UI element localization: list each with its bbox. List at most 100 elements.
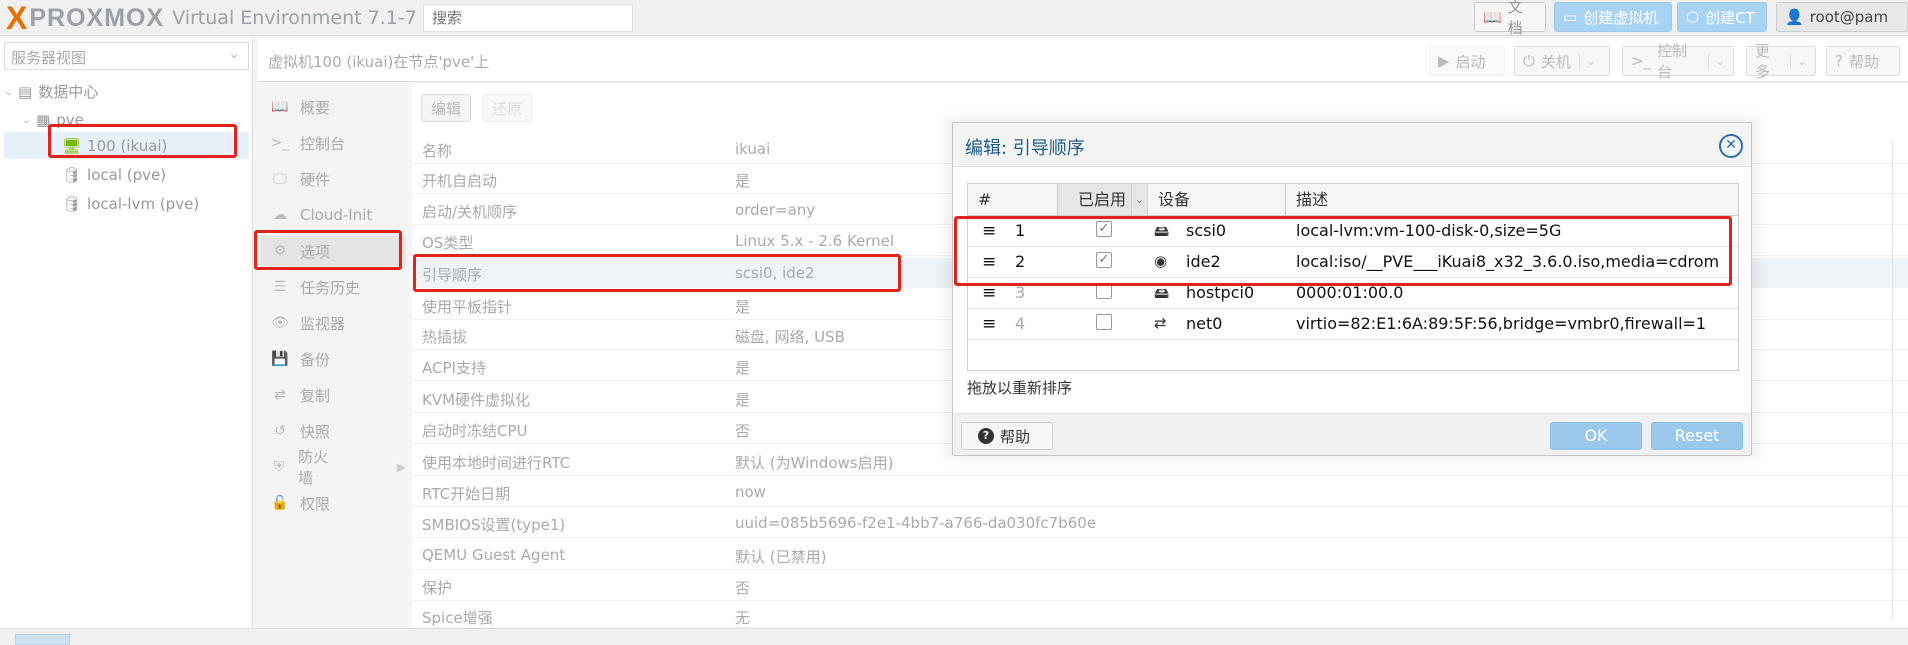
cloud-icon: ☁ [273, 207, 287, 223]
option-key: QEMU Guest Agent [422, 546, 566, 564]
edit-button[interactable]: 编辑 [421, 94, 471, 122]
nav-summary[interactable]: 📖 概要 [260, 92, 406, 122]
create-ct-button[interactable]: ⬡ 创建CT [1677, 2, 1767, 32]
device-description: local-lvm:vm-100-disk-0,size=5G [1296, 221, 1562, 240]
nav-snapshots[interactable]: ↺ 快照 [260, 416, 406, 446]
task-log-tab[interactable] [15, 634, 70, 645]
option-value: Linux 5.x - 2.6 Kernel [735, 232, 895, 250]
boot-row-scsi0[interactable]: ≡ 1 ✓ 🖴 scsi0 local-lvm:vm-100-disk-0,si… [968, 216, 1738, 247]
device-name: scsi0 [1186, 221, 1227, 240]
nav-console[interactable]: >_ 控制台 [260, 128, 406, 158]
nav-replication[interactable]: ⇄ 复制 [260, 380, 406, 410]
nav-label: 防火墙 [298, 448, 329, 487]
enabled-checkbox[interactable]: ✓ [1096, 221, 1112, 237]
start-button[interactable]: ▶ 启动 [1429, 46, 1505, 76]
option-key: RTC开始日期 [422, 485, 511, 503]
help-button[interactable]: ? 帮助 [1826, 46, 1900, 76]
option-key: 名称 [422, 142, 453, 160]
power-icon: ⏻ [1523, 52, 1535, 70]
reset-button[interactable]: Reset [1651, 422, 1743, 450]
create-vm-button[interactable]: ▭ 创建虚拟机 [1554, 2, 1672, 32]
device-description: local:iso/__PVE___iKuai8_x32_3.6.0.iso,m… [1296, 252, 1720, 271]
options-row[interactable]: 保护 否 [412, 571, 1908, 601]
chevron-down-icon: ⌄ [1707, 54, 1725, 68]
vertical-scrollbar[interactable] [1892, 140, 1904, 620]
nav-label: 复制 [300, 386, 331, 405]
options-row[interactable]: SMBIOS设置(type1) uuid=085b5696-f2e1-4bb7-a… [412, 508, 1908, 538]
enabled-checkbox[interactable] [1096, 314, 1112, 330]
shutdown-button[interactable]: ⏻ 关机 ⌄ [1514, 46, 1610, 76]
network-arrows-icon: ⇄ [1154, 314, 1167, 332]
dialog-help-button[interactable]: ? 帮助 [961, 422, 1053, 450]
nav-task-history[interactable]: ☰ 任务历史 [260, 272, 406, 302]
chevron-down-icon[interactable]: ⌄ [1131, 184, 1147, 215]
column-label: 已启用 [1078, 190, 1127, 209]
search-input[interactable] [423, 4, 633, 32]
drag-handle-icon[interactable]: ≡ [982, 314, 996, 334]
close-icon[interactable]: ✕ [1719, 134, 1743, 158]
option-key: 使用本地时间进行RTC [422, 454, 571, 472]
view-select[interactable]: 服务器视图 ⌄ [4, 42, 249, 70]
nav-options[interactable]: ⚙ 选项 [260, 236, 406, 266]
revert-button[interactable]: 还原 [482, 94, 532, 122]
option-key: ACPI支持 [422, 359, 486, 377]
nav-permissions[interactable]: 🔓 权限 [260, 488, 406, 518]
column-header-num[interactable]: # [968, 184, 1058, 215]
tree-item-node-pve[interactable]: ⌄ ▦ pve [4, 106, 249, 133]
dialog-titlebar[interactable]: 编辑: 引导顺序 ✕ [953, 123, 1751, 167]
tree-item-storage-local-lvm[interactable]: 🛢 local-lvm (pve) [4, 190, 249, 217]
drag-handle-icon[interactable]: ≡ [982, 283, 996, 303]
logo-name: PROXMOX [29, 3, 165, 32]
create-vm-label: 创建虚拟机 [1583, 8, 1659, 27]
ok-button[interactable]: OK [1550, 422, 1642, 450]
vm-title: 虚拟机100 (ikuai)在节点'pve'上 [268, 53, 490, 71]
column-header-device[interactable]: 设备 [1148, 184, 1286, 215]
eye-icon: 👁 [271, 315, 289, 331]
tree-item-vm-100[interactable]: 🖥 100 (ikuai) [4, 132, 249, 159]
tree-item-datacenter[interactable]: ⌄ ▤ 数据中心 [4, 78, 249, 105]
gear-icon: ⚙ [273, 243, 287, 259]
enabled-checkbox[interactable] [1096, 283, 1112, 299]
collapse-icon: ⌄ [22, 113, 32, 126]
user-menu-button[interactable]: 👤 root@pam [1776, 2, 1908, 32]
nav-backup[interactable]: 💾 备份 [260, 344, 406, 374]
enabled-checkbox[interactable]: ✓ [1096, 252, 1112, 268]
shutdown-label: 关机 [1540, 52, 1571, 71]
device-name: net0 [1186, 314, 1223, 333]
node-icon: ▦ [36, 110, 51, 129]
column-label: 描述 [1296, 190, 1329, 209]
nav-cloud-init[interactable]: ☁ Cloud-Init [260, 200, 406, 230]
nav-hardware[interactable]: 🖵 硬件 [260, 164, 406, 194]
tree-item-label: local-lvm (pve) [87, 194, 200, 213]
more-button[interactable]: 更多 ⌄ [1746, 42, 1816, 81]
storage-icon: 🛢 [62, 165, 82, 184]
drag-handle-icon[interactable]: ≡ [982, 221, 996, 241]
options-row[interactable]: RTC开始日期 now [412, 477, 1908, 507]
console-button[interactable]: >_ 控制台 ⌄ [1622, 42, 1734, 81]
column-header-desc[interactable]: 描述 [1286, 184, 1738, 215]
boot-row-hostpci0[interactable]: ≡ 3 🖴 hostpci0 0000:01:00.0 [968, 278, 1738, 309]
unlock-icon: 🔓 [271, 495, 289, 511]
drag-handle-icon[interactable]: ≡ [982, 252, 996, 272]
boot-row-net0[interactable]: ≡ 4 ⇄ net0 virtio=82:E1:6A:89:5F:56,brid… [968, 309, 1738, 340]
options-row[interactable]: Spice增强 无 [412, 601, 1908, 628]
cdrom-icon: ◉ [1154, 252, 1168, 270]
chevron-down-icon: ⌄ [1789, 54, 1807, 68]
tree-item-storage-local[interactable]: 🛢 local (pve) [4, 161, 249, 188]
boot-row-ide2[interactable]: ≡ 2 ✓ ◉ ide2 local:iso/__PVE___iKuai8_x3… [968, 247, 1738, 278]
nav-monitor[interactable]: 👁 监视器 [260, 308, 406, 338]
boot-order-number: 1 [1015, 221, 1026, 240]
boot-order-grid: # 已启用 ⌄ 设备 描述 ≡ 1 ✓ 🖴 scsi0 local-lvm:vm… [967, 183, 1739, 371]
column-header-enabled[interactable]: 已启用 ⌄ [1058, 184, 1148, 215]
docs-button[interactable]: 📖 文档 [1474, 0, 1546, 37]
option-value: 是 [735, 359, 751, 377]
nav-firewall[interactable]: ⛨ 防火墙 ▶ [260, 448, 406, 487]
retweet-icon: ⇄ [274, 387, 286, 403]
help-label: 帮助 [1000, 427, 1031, 446]
nav-label: 快照 [300, 422, 331, 441]
option-key: 启动/关机顺序 [422, 203, 518, 221]
chevron-down-icon: ⌄ [228, 46, 240, 62]
nav-label: 概要 [300, 98, 331, 117]
option-key: KVM硬件虚拟化 [422, 391, 531, 409]
options-row[interactable]: QEMU Guest Agent 默认 (已禁用) [412, 540, 1908, 570]
